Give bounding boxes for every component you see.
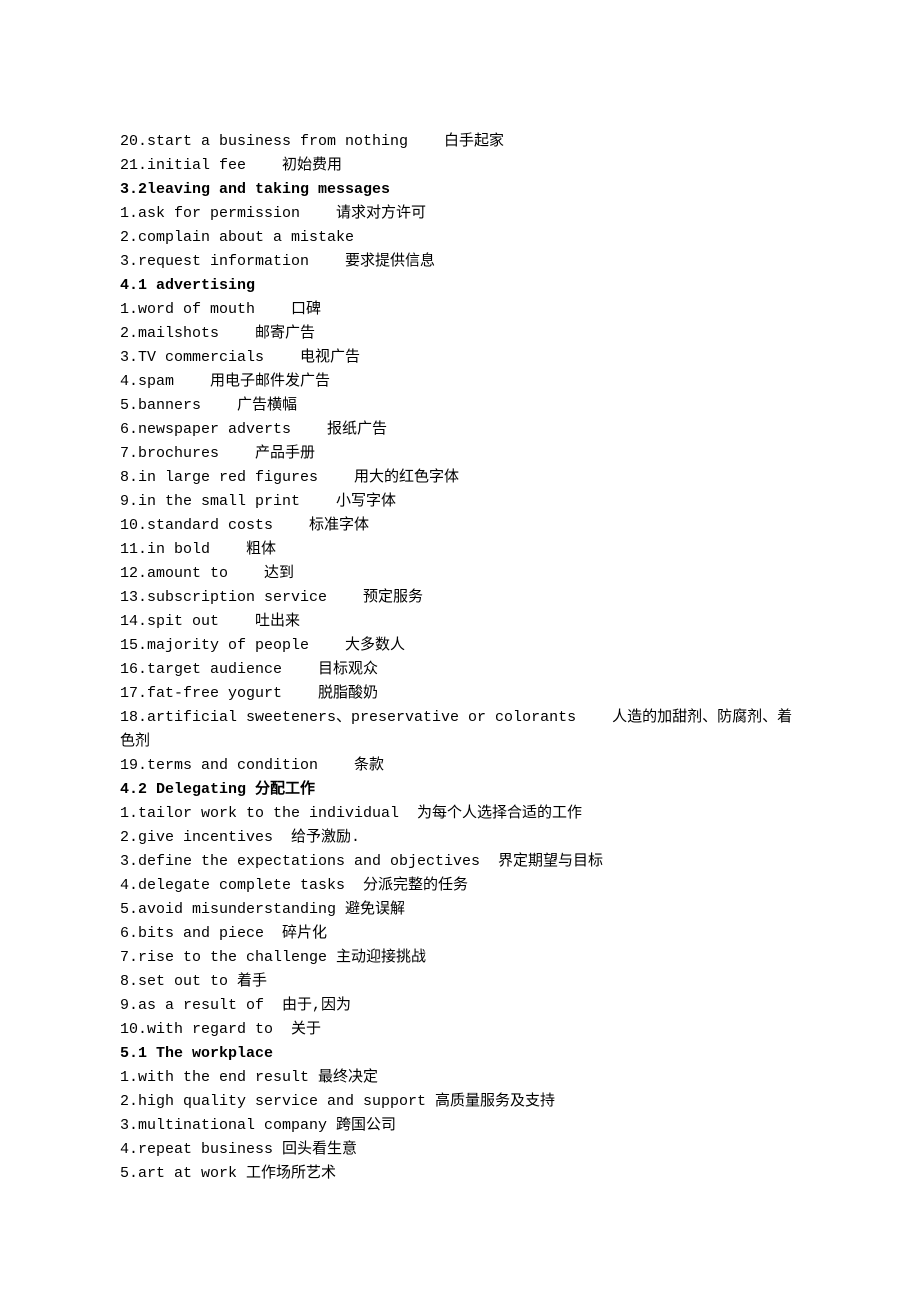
vocab-item: 13.subscription service 预定服务 <box>120 586 800 610</box>
vocab-item: 1.tailor work to the individual 为每个人选择合适… <box>120 802 800 826</box>
vocab-item: 8.set out to 着手 <box>120 970 800 994</box>
section-heading: 5.1 The workplace <box>120 1042 800 1066</box>
vocab-item: 3.request information 要求提供信息 <box>120 250 800 274</box>
vocab-item: 7.brochures 产品手册 <box>120 442 800 466</box>
vocab-item: 1.word of mouth 口碑 <box>120 298 800 322</box>
vocab-item: 18.artificial sweeteners、preservative or… <box>120 706 800 754</box>
vocab-item: 2.complain about a mistake <box>120 226 800 250</box>
vocab-item: 2.mailshots 邮寄广告 <box>120 322 800 346</box>
section-heading: 4.1 advertising <box>120 274 800 298</box>
vocab-item: 6.newspaper adverts 报纸广告 <box>120 418 800 442</box>
vocab-item: 8.in large red figures 用大的红色字体 <box>120 466 800 490</box>
vocab-item: 3.TV commercials 电视广告 <box>120 346 800 370</box>
vocab-item: 1.ask for permission 请求对方许可 <box>120 202 800 226</box>
section-heading: 3.2leaving and taking messages <box>120 178 800 202</box>
vocab-item: 10.standard costs 标准字体 <box>120 514 800 538</box>
section-heading: 4.2 Delegating 分配工作 <box>120 778 800 802</box>
vocab-item: 5.art at work 工作场所艺术 <box>120 1162 800 1186</box>
vocab-item: 4.spam 用电子邮件发广告 <box>120 370 800 394</box>
vocab-item: 17.fat-free yogurt 脱脂酸奶 <box>120 682 800 706</box>
vocab-item: 21.initial fee 初始费用 <box>120 154 800 178</box>
vocab-item: 14.spit out 吐出来 <box>120 610 800 634</box>
vocab-item: 3.define the expectations and objectives… <box>120 850 800 874</box>
vocab-item: 7.rise to the challenge 主动迎接挑战 <box>120 946 800 970</box>
vocab-item: 5.avoid misunderstanding 避免误解 <box>120 898 800 922</box>
vocab-item: 19.terms and condition 条款 <box>120 754 800 778</box>
vocab-item: 9.as a result of 由于,因为 <box>120 994 800 1018</box>
vocab-item: 1.with the end result 最终决定 <box>120 1066 800 1090</box>
vocab-item: 9.in the small print 小写字体 <box>120 490 800 514</box>
vocab-item: 6.bits and piece 碎片化 <box>120 922 800 946</box>
document-page: 20.start a business from nothing 白手起家21.… <box>0 0 920 1246</box>
vocab-item: 4.repeat business 回头看生意 <box>120 1138 800 1162</box>
vocab-item: 12.amount to 达到 <box>120 562 800 586</box>
vocab-item: 2.give incentives 给予激励. <box>120 826 800 850</box>
vocab-item: 3.multinational company 跨国公司 <box>120 1114 800 1138</box>
vocab-item: 5.banners 广告横幅 <box>120 394 800 418</box>
vocab-item: 4.delegate complete tasks 分派完整的任务 <box>120 874 800 898</box>
vocab-item: 16.target audience 目标观众 <box>120 658 800 682</box>
vocab-item: 20.start a business from nothing 白手起家 <box>120 130 800 154</box>
vocab-item: 10.with regard to 关于 <box>120 1018 800 1042</box>
vocab-item: 15.majority of people 大多数人 <box>120 634 800 658</box>
vocab-item: 2.high quality service and support 高质量服务… <box>120 1090 800 1114</box>
vocab-item: 11.in bold 粗体 <box>120 538 800 562</box>
